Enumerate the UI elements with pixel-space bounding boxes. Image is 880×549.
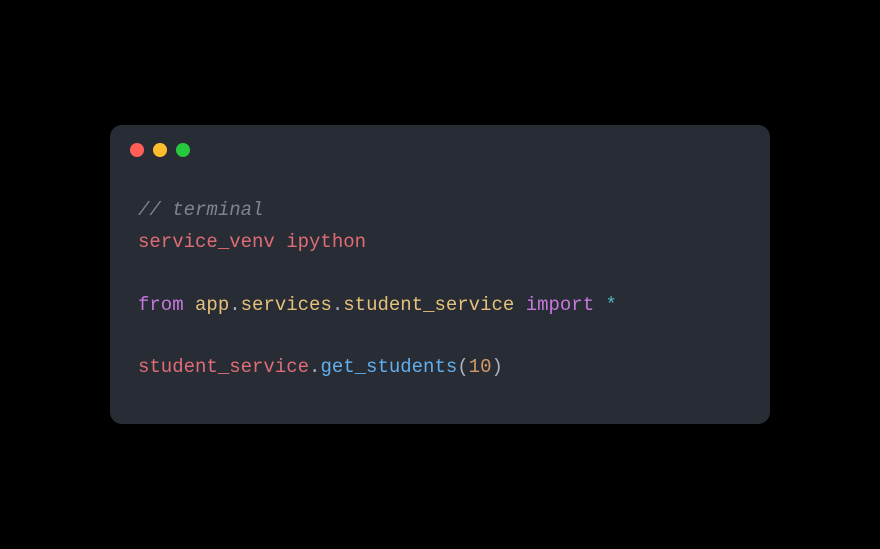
paren-close: ) xyxy=(491,356,502,378)
shell-command: service_venv ipython xyxy=(138,231,366,253)
window-titlebar xyxy=(110,125,770,165)
code-window: // terminal service_venv ipython from ap… xyxy=(110,125,770,423)
module-app: app xyxy=(195,294,229,316)
module-services: services xyxy=(241,294,332,316)
call-arg: 10 xyxy=(469,356,492,378)
code-block: // terminal service_venv ipython from ap… xyxy=(110,165,770,423)
code-line-import: from app.services.student_service import… xyxy=(138,290,742,321)
code-line-cmd: service_venv ipython xyxy=(138,227,742,258)
minimize-icon[interactable] xyxy=(153,143,167,157)
keyword-from: from xyxy=(138,294,184,316)
blank-line xyxy=(138,321,742,352)
import-star: * xyxy=(606,294,617,316)
keyword-import: import xyxy=(526,294,594,316)
call-function: get_students xyxy=(320,356,457,378)
code-line-comment: // terminal xyxy=(138,195,742,226)
comment-text: terminal xyxy=(172,199,263,221)
blank-line xyxy=(138,258,742,289)
close-icon[interactable] xyxy=(130,143,144,157)
module-student-service: student_service xyxy=(343,294,514,316)
call-object: student_service xyxy=(138,356,309,378)
maximize-icon[interactable] xyxy=(176,143,190,157)
paren-open: ( xyxy=(457,356,468,378)
code-line-call: student_service.get_students(10) xyxy=(138,352,742,383)
comment-prefix: // xyxy=(138,199,172,221)
